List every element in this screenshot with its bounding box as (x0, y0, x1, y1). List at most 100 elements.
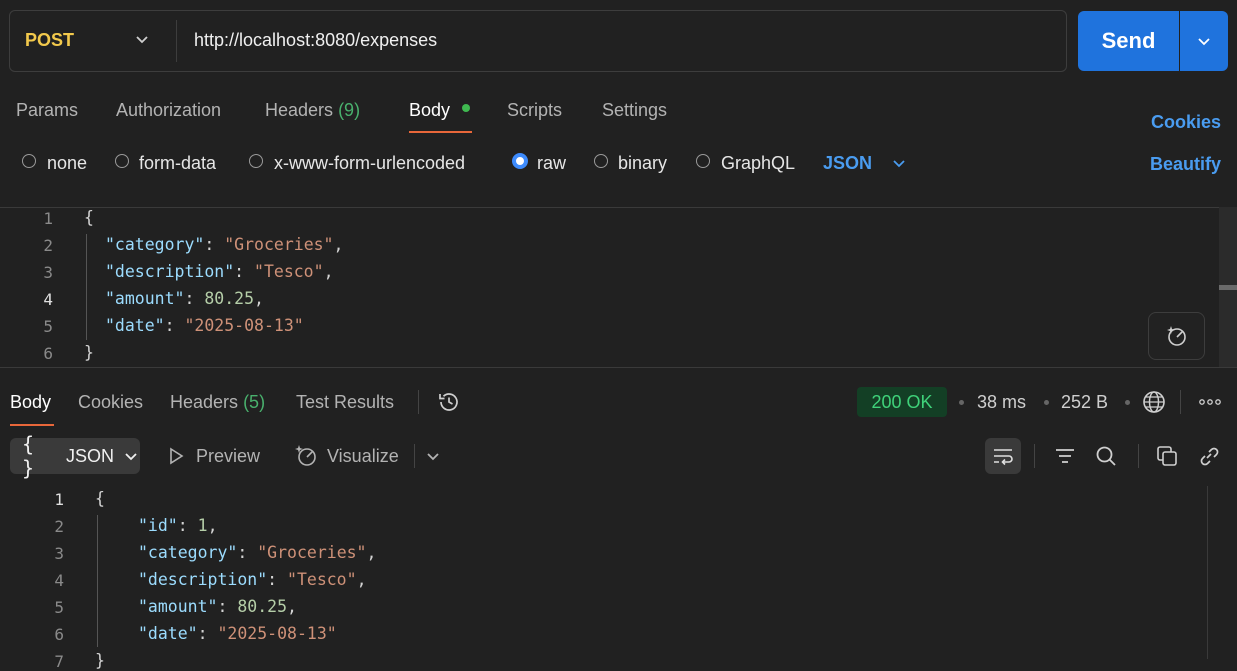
code-line: "description": "Tesco", (138, 570, 367, 589)
status-badge: 200 OK (857, 387, 947, 417)
separator-dot (1125, 400, 1130, 405)
separator-dot (959, 400, 964, 405)
wrap-lines-icon (994, 449, 1013, 466)
chevron-down-icon (122, 447, 140, 465)
code-line: { (95, 489, 105, 508)
code-line: { (84, 208, 94, 227)
send-options-button[interactable] (1180, 11, 1228, 71)
separator-dot (1044, 400, 1049, 405)
indent-guide (97, 515, 98, 647)
radio-raw-label[interactable]: raw (537, 153, 566, 174)
radio-form-data[interactable] (115, 154, 129, 168)
tab-settings[interactable]: Settings (602, 100, 667, 121)
code-line: "category": "Groceries", (138, 543, 377, 562)
braces-icon: { } (22, 432, 35, 480)
url-bar (9, 10, 1067, 72)
radio-graphql[interactable] (696, 154, 710, 168)
tab-headers[interactable]: Headers (9) (265, 100, 360, 121)
cookies-link[interactable]: Cookies (1151, 112, 1221, 133)
line-number: 5 (43, 317, 53, 336)
response-tab-test-results[interactable]: Test Results (296, 392, 394, 413)
response-format-select[interactable]: { } JSON (10, 432, 140, 480)
radio-urlencoded-label[interactable]: x-www-form-urlencoded (274, 153, 465, 174)
tab-headers-label: Headers (265, 100, 334, 120)
line-number: 3 (43, 263, 53, 282)
preview-button[interactable]: Preview (196, 446, 260, 467)
body-format-select[interactable]: JSON (823, 153, 872, 174)
tab-params[interactable]: Params (16, 100, 78, 121)
tab-authorization[interactable]: Authorization (116, 100, 221, 121)
tab-scripts[interactable]: Scripts (507, 100, 562, 121)
code-line: } (95, 651, 105, 670)
code-line: "date": "2025-08-13" (138, 624, 337, 643)
line-number: 5 (54, 598, 64, 617)
code-line: "amount": 80.25, (138, 597, 297, 616)
sparkle-icon (1166, 326, 1186, 346)
filter-icon[interactable] (1053, 444, 1077, 468)
line-number: 6 (43, 344, 53, 363)
link-icon[interactable] (1197, 444, 1221, 468)
line-number: 4 (43, 290, 53, 309)
visualize-button[interactable]: Visualize (327, 446, 399, 467)
radio-binary-label[interactable]: binary (618, 153, 667, 174)
radio-graphql-label[interactable]: GraphQL (721, 153, 795, 174)
response-tab-body[interactable]: Body (10, 392, 51, 413)
response-tab-cookies[interactable]: Cookies (78, 392, 143, 413)
sparkle-icon[interactable] (293, 443, 319, 469)
chevron-down-icon[interactable] (133, 30, 151, 48)
radio-none-label[interactable]: none (47, 153, 87, 174)
response-tab-headers-label: Headers (170, 392, 239, 412)
modified-indicator (462, 104, 470, 112)
headers-count: (9) (338, 100, 361, 120)
radio-none[interactable] (22, 154, 36, 168)
copy-icon[interactable] (1155, 444, 1179, 468)
search-icon[interactable] (1094, 444, 1118, 468)
method-select[interactable]: POST (25, 30, 74, 51)
divider (1138, 444, 1139, 468)
wrap-lines-button[interactable] (985, 438, 1021, 474)
divider (414, 444, 415, 468)
radio-urlencoded[interactable] (249, 154, 263, 168)
response-format-label: JSON (65, 445, 114, 466)
request-body-editor[interactable] (0, 207, 1237, 368)
chevron-down-icon (1198, 38, 1210, 46)
response-tab-headers[interactable]: Headers (5) (170, 392, 265, 413)
globe-icon[interactable] (1141, 389, 1167, 415)
code-line: "date": "2025-08-13" (105, 316, 304, 335)
chevron-down-icon[interactable] (890, 154, 908, 172)
radio-raw[interactable] (512, 153, 528, 169)
beautify-link[interactable]: Beautify (1150, 154, 1221, 175)
line-number: 4 (54, 571, 64, 590)
history-icon[interactable] (436, 389, 462, 415)
divider (1180, 390, 1181, 414)
tab-body[interactable]: Body (409, 100, 450, 121)
divider (176, 20, 177, 62)
active-tab-underline (10, 424, 54, 426)
line-number: 1 (43, 209, 53, 228)
code-line: } (84, 343, 94, 362)
divider (1034, 444, 1035, 468)
line-number: 6 (54, 625, 64, 644)
indent-guide (86, 234, 87, 340)
divider (0, 367, 1237, 368)
url-input[interactable]: http://localhost:8080/expenses (194, 30, 437, 51)
chevron-down-icon[interactable] (424, 447, 442, 465)
response-time: 38 ms (977, 392, 1027, 412)
response-size: 252 B (1061, 392, 1109, 412)
visualize-icon-button[interactable] (1148, 312, 1205, 360)
scrollbar[interactable] (1207, 486, 1237, 659)
scrollbar-thumb[interactable] (1219, 285, 1237, 290)
headers-count: (5) (243, 392, 266, 412)
send-button[interactable]: Send (1078, 11, 1179, 71)
code-line: "id": 1, (138, 516, 218, 535)
line-number: 3 (54, 544, 64, 563)
play-icon[interactable] (166, 446, 186, 466)
more-options-icon[interactable] (1197, 392, 1223, 412)
line-number: 1 (54, 490, 64, 509)
line-number: 2 (43, 236, 53, 255)
radio-binary[interactable] (594, 154, 608, 168)
code-line: "amount": 80.25, (105, 289, 264, 308)
line-number: 2 (54, 517, 64, 536)
radio-form-data-label[interactable]: form-data (139, 153, 216, 174)
code-line: "category": "Groceries", (105, 235, 344, 254)
